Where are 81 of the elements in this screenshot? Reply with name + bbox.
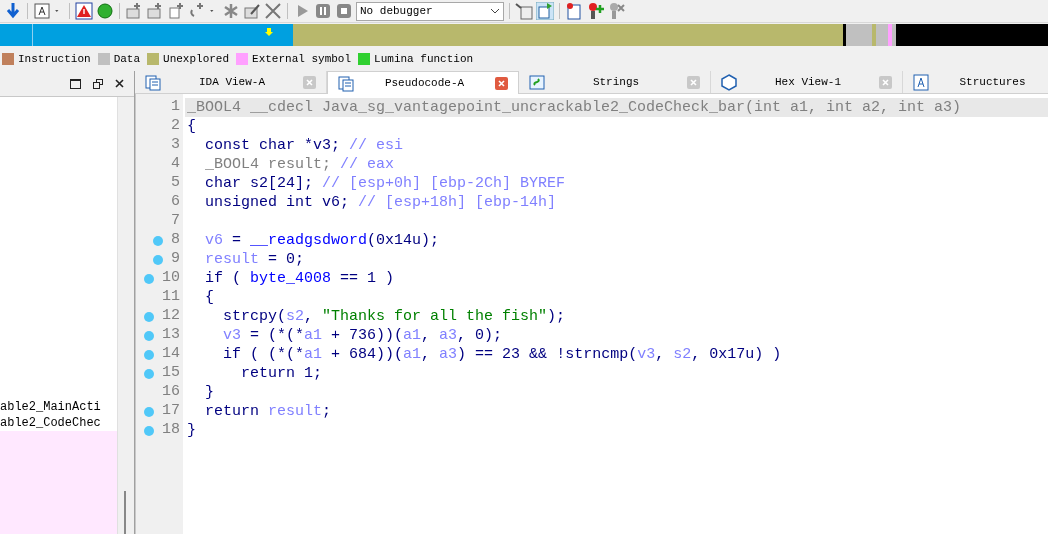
- code-line: return 1;: [240, 364, 323, 383]
- tab[interactable]: Pseudocode-A: [327, 71, 519, 94]
- restore-icon[interactable]: [93, 78, 103, 89]
- code-line: {: [186, 117, 196, 136]
- code-line: strcpy(s2, "Thanks for all the fish");: [222, 307, 566, 326]
- asterisk-icon[interactable]: [222, 2, 240, 20]
- legend-label: Lumina function: [374, 51, 474, 67]
- strings-icon: [529, 73, 545, 91]
- stop-icon[interactable]: [335, 2, 353, 20]
- text-box-icon[interactable]: [33, 2, 51, 20]
- debugger-select[interactable]: No debugger: [356, 1, 504, 21]
- line-number: 3: [171, 135, 180, 156]
- breakpoint-dot[interactable]: [144, 330, 154, 341]
- delete-icon[interactable]: [264, 2, 282, 20]
- legend-label: Unexplored: [163, 51, 230, 67]
- function-list-item[interactable]: able2_MainActi: [0, 399, 117, 415]
- code-line: return result;: [204, 402, 332, 421]
- chevron-down-icon: [490, 8, 500, 14]
- code-line: if ( (*(*a1 + 684))(a1, a3) == 23 && !strncmp(v3, s2, 0x17u) ): [222, 345, 782, 364]
- remove-breakpoint-icon[interactable]: [607, 2, 625, 20]
- line-number: 15: [162, 363, 180, 384]
- circle-icon[interactable]: [96, 2, 114, 20]
- ascii-add-icon[interactable]: [167, 2, 185, 20]
- line-number: 9: [171, 249, 180, 270]
- maximize-icon[interactable]: [70, 78, 81, 89]
- line-number: 4: [171, 154, 180, 175]
- line-number: 10: [162, 268, 180, 289]
- line-number: 6: [171, 192, 180, 213]
- code-line: _BOOL4 result; // eax: [204, 155, 395, 174]
- breakpoint-dot[interactable]: [144, 368, 154, 379]
- close-icon[interactable]: [115, 79, 124, 88]
- down-arrow-icon[interactable]: [4, 2, 22, 20]
- edit-icon[interactable]: [243, 2, 261, 20]
- breakpoint-dot[interactable]: [153, 254, 163, 265]
- legend-label: Instruction: [18, 51, 91, 67]
- add-breakpoint-icon[interactable]: [586, 2, 604, 20]
- legend-label: Data: [113, 51, 141, 67]
- navigation-band[interactable]: [0, 24, 1048, 46]
- code-line: v3 = (*(*a1 + 736))(a1, a3, 0);: [222, 326, 503, 345]
- hexagon-icon: [721, 73, 737, 91]
- line-number: 18: [162, 420, 180, 441]
- letter-icon: [913, 73, 929, 91]
- code-add-icon[interactable]: [125, 2, 143, 20]
- code-line: }: [186, 421, 196, 440]
- line-number: 13: [162, 325, 180, 346]
- scrollbar-thumb[interactable]: [124, 491, 126, 534]
- line-number: 12: [162, 306, 180, 327]
- line-number: 16: [162, 382, 180, 403]
- breakpoint-dot[interactable]: [153, 235, 163, 246]
- line-number: 14: [162, 344, 180, 365]
- breakpoint-dot[interactable]: [144, 406, 154, 417]
- line-number: 1: [171, 97, 180, 118]
- legend-label: External symbol: [252, 51, 352, 67]
- breakpoint-dot[interactable]: [144, 311, 154, 322]
- string-add-icon[interactable]: [188, 2, 206, 20]
- breakpoint-list-icon[interactable]: [565, 2, 583, 20]
- breakpoint-dot[interactable]: [144, 273, 154, 284]
- data-add-icon[interactable]: [146, 2, 164, 20]
- pause-icon[interactable]: [314, 2, 332, 20]
- line-number: 7: [171, 211, 180, 232]
- line-number: 5: [171, 173, 180, 194]
- line-number: 11: [162, 287, 180, 308]
- code-line: {: [204, 288, 214, 307]
- warning-icon[interactable]: [75, 2, 93, 20]
- document-icon: [338, 74, 354, 92]
- breakpoint-dot[interactable]: [144, 425, 154, 436]
- code-line: char s2[24]; // [esp+0h] [ebp-2Ch] BYREF: [204, 174, 566, 193]
- code-line: }: [204, 383, 214, 402]
- attach-icon[interactable]: [515, 2, 533, 20]
- code-line: unsigned int v6; // [esp+18h] [ebp-14h]: [204, 193, 557, 212]
- breakpoint-dot[interactable]: [144, 349, 154, 360]
- run-icon[interactable]: [536, 2, 554, 20]
- line-number: 8: [171, 230, 180, 251]
- code-line: v6 = __readgsdword(0x14u);: [204, 231, 440, 250]
- document-icon: [145, 73, 161, 91]
- function-list-item[interactable]: able2_CodeChec: [0, 415, 117, 431]
- code-line: const char *v3; // esi: [204, 136, 404, 155]
- code-line: result = 0;: [204, 250, 305, 269]
- line-number: 17: [162, 401, 180, 422]
- code-line: if ( byte_4008 == 1 ): [204, 269, 395, 288]
- line-number: 2: [171, 116, 180, 137]
